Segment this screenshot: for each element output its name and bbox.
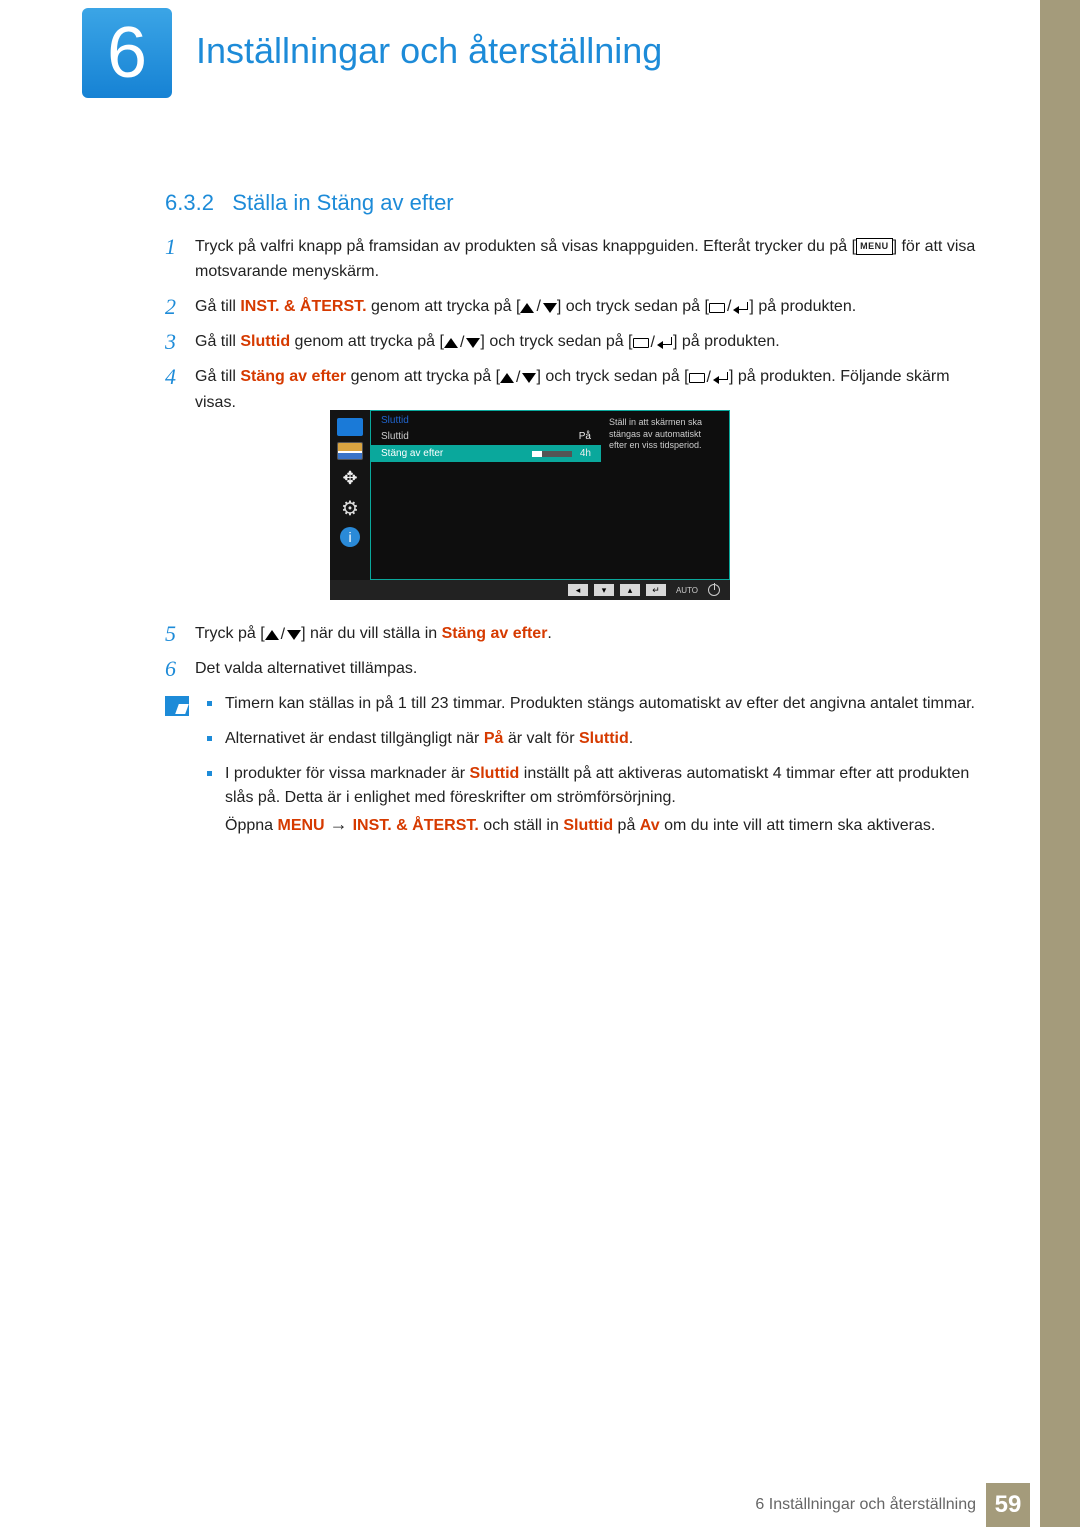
enter-icon: ↵ [646, 584, 666, 596]
step-number: 4 [165, 365, 195, 389]
osd-screenshot: ✥ ⚙ i Sluttid SluttidPå Stäng av efter 4… [330, 410, 730, 600]
osd-row: SluttidPå [371, 428, 601, 445]
osd-menu: Sluttid SluttidPå Stäng av efter 4h [371, 411, 601, 579]
step-number: 3 [165, 330, 195, 354]
footer: 6 Inställningar och återställning 59 [0, 1483, 1040, 1527]
osd-row-selected: Stäng av efter 4h [371, 445, 601, 462]
gear-icon: ⚙ [337, 496, 363, 521]
chapter-title: Inställningar och återställning [196, 30, 662, 72]
step-number: 5 [165, 622, 195, 646]
section-title: Ställa in Stäng av efter [232, 190, 453, 215]
rect-return-icon: / [709, 295, 749, 320]
step-number: 6 [165, 657, 195, 681]
section-number: 6.3.2 [165, 190, 214, 215]
step-list-continued: 5 Tryck på [/] när du vill ställa in Stä… [165, 612, 985, 692]
step-text: Det valda alternativet tillämpas. [195, 657, 985, 682]
menu-button-icon: MENU [856, 238, 893, 255]
slider-icon [532, 451, 572, 457]
osd-description: Ställ in att skärmen ska stängas av auto… [601, 411, 729, 579]
rect-return-icon: / [633, 331, 673, 356]
note-item: Alternativet är endast tillgängligt när … [207, 727, 985, 752]
note-list: Timern kan ställas in på 1 till 23 timma… [207, 692, 985, 849]
updown-icon: / [500, 366, 536, 391]
up-icon: ▴ [620, 584, 640, 596]
updown-icon: / [520, 295, 556, 320]
step-text: Gå till INST. & ÅTERST. genom att trycka… [195, 295, 985, 320]
updown-icon: / [265, 623, 301, 648]
footer-text: 6 Inställningar och återställning [755, 1496, 976, 1514]
osd-menu-title: Sluttid [371, 411, 601, 428]
auto-label: AUTO [672, 586, 702, 595]
note-icon [165, 696, 189, 716]
section-heading: 6.3.2 Ställa in Stäng av efter [165, 190, 454, 216]
rect-return-icon: / [689, 366, 729, 391]
left-icon: ◂ [568, 584, 588, 596]
note-block: Timern kan ställas in på 1 till 23 timma… [165, 692, 985, 849]
step-text: Gå till Stäng av efter genom att trycka … [195, 365, 985, 415]
arrows-icon: ✥ [337, 466, 363, 490]
chapter-badge: 6 [82, 8, 172, 98]
note-item: Timern kan ställas in på 1 till 23 timma… [207, 692, 985, 717]
step-number: 2 [165, 295, 195, 319]
step-text: Tryck på [/] när du vill ställa in Stäng… [195, 622, 985, 647]
osd-bottom-bar: ◂ ▾ ▴ ↵ AUTO [330, 580, 730, 600]
monitor-icon [337, 418, 363, 436]
updown-icon: / [444, 331, 480, 356]
step-text: Tryck på valfri knapp på framsidan av pr… [195, 235, 985, 285]
info-icon: i [340, 527, 360, 547]
osd-sidebar: ✥ ⚙ i [330, 410, 370, 580]
step-number: 1 [165, 235, 195, 259]
bars-icon [337, 442, 363, 460]
step-text: Gå till Sluttid genom att trycka på [/] … [195, 330, 985, 355]
sidebar-stripe [1040, 0, 1080, 1527]
note-item: I produkter för vissa marknader är Slutt… [207, 762, 985, 839]
power-icon [708, 584, 720, 596]
step-list: 1 Tryck på valfri knapp på framsidan av … [165, 225, 985, 426]
down-icon: ▾ [594, 584, 614, 596]
page-number: 59 [986, 1483, 1030, 1527]
arrow-icon: → [325, 814, 353, 834]
